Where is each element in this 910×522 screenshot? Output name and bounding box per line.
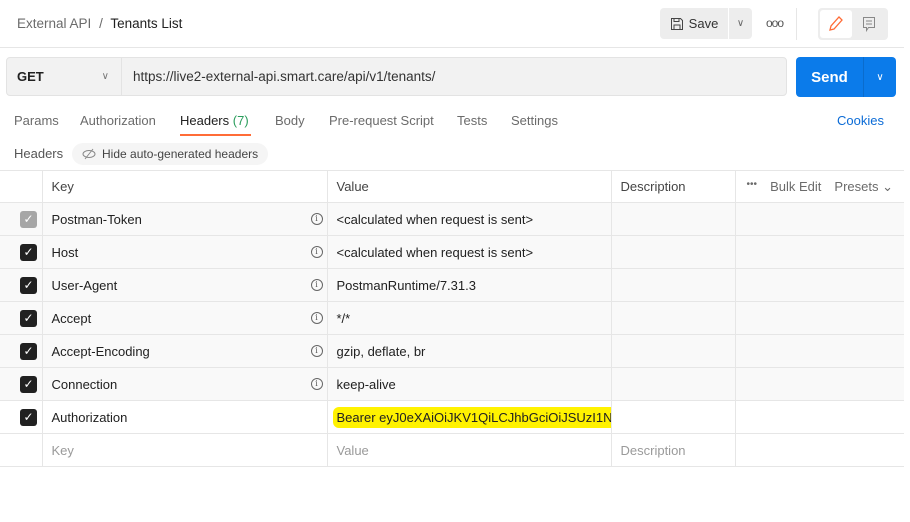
more-icon[interactable]: ••• <box>747 179 758 195</box>
header-key[interactable]: Connection <box>52 377 118 392</box>
method-select[interactable]: GET ∨ <box>6 57 122 96</box>
row-actions <box>734 301 904 335</box>
new-key-input[interactable]: Key <box>41 433 328 467</box>
header-description[interactable] <box>610 268 736 302</box>
header-description[interactable] <box>610 202 736 236</box>
header-value[interactable]: Bearer eyJ0eXAiOiJKV1QiLCJhbGciOiJSUzI1N… <box>332 406 610 428</box>
eye-slash-icon <box>82 148 96 160</box>
table-header-row: Key Value Description ••• Bulk Edit Preset… <box>0 170 904 203</box>
edit-pencil-icon[interactable] <box>820 10 852 38</box>
more-options-button[interactable]: ooo <box>766 16 784 30</box>
table-row: ✓ Host i <calculated when request is sent> <box>0 235 904 269</box>
info-icon[interactable]: i <box>310 312 323 324</box>
table-row: ✓ Accept-Encoding i gzip, deflate, br <box>0 334 904 368</box>
breadcrumb: External API / Tenants List <box>17 16 182 31</box>
tab-headers-label: Headers <box>180 113 230 128</box>
row-actions <box>734 202 904 236</box>
tab-authorization[interactable]: Authorization <box>80 113 156 128</box>
presets-dropdown[interactable]: Presets ⌄ <box>834 179 893 195</box>
row-actions <box>734 334 904 368</box>
table-row: ✓ User-Agent i PostmanRuntime/7.31.3 <box>0 268 904 302</box>
comments-icon[interactable] <box>853 10 885 38</box>
breadcrumb-parent[interactable]: External API <box>17 16 91 31</box>
row-checkbox[interactable]: ✓ <box>20 210 37 228</box>
row-checkbox[interactable]: ✓ <box>20 408 37 426</box>
save-button[interactable]: Save <box>660 8 728 39</box>
send-button[interactable]: Send <box>796 57 863 97</box>
header-key[interactable]: Postman-Token <box>52 212 142 227</box>
table-row: ✓ Connection i keep-alive <box>0 367 904 401</box>
header-value[interactable]: <calculated when request is sent> <box>326 235 612 269</box>
tab-pre-request-script[interactable]: Pre-request Script <box>329 113 434 128</box>
header-key[interactable]: User-Agent <box>52 278 118 293</box>
save-dropdown-chevron-icon[interactable]: ∨ <box>729 8 752 39</box>
header-value[interactable]: gzip, deflate, br <box>326 334 612 368</box>
row-actions <box>734 367 904 401</box>
breadcrumb-current[interactable]: Tenants List <box>110 16 182 31</box>
description-column-header: Description <box>610 170 736 203</box>
row-checkbox[interactable]: ✓ <box>20 375 37 393</box>
tab-settings[interactable]: Settings <box>511 113 558 128</box>
header-key[interactable]: Accept <box>52 311 92 326</box>
checkbox-column-header <box>0 170 43 203</box>
row-actions <box>734 235 904 269</box>
header-key[interactable]: Accept-Encoding <box>52 344 150 359</box>
row-checkbox[interactable]: ✓ <box>20 342 37 360</box>
header-description[interactable] <box>610 334 736 368</box>
hide-auto-generated-headers-button[interactable]: Hide auto-generated headers <box>72 143 269 165</box>
save-icon <box>670 17 683 30</box>
header-key[interactable]: Authorization <box>52 410 128 425</box>
header-value[interactable]: <calculated when request is sent> <box>326 202 612 236</box>
headers-table: Key Value Description ••• Bulk Edit Preset… <box>0 170 904 467</box>
new-description-input[interactable]: Description <box>610 433 736 467</box>
save-label: Save <box>688 16 719 31</box>
hide-button-label: Hide auto-generated headers <box>102 147 259 161</box>
header-description[interactable] <box>610 235 736 269</box>
cookies-link[interactable]: Cookies <box>837 113 884 128</box>
send-dropdown-chevron-icon[interactable]: ∨ <box>863 57 896 97</box>
value-column-header: Value <box>326 170 612 203</box>
tab-body[interactable]: Body <box>275 113 305 128</box>
info-icon[interactable]: i <box>310 246 323 258</box>
tab-headers[interactable]: Headers (7) <box>180 113 249 128</box>
info-icon[interactable]: i <box>310 279 323 291</box>
new-value-input[interactable]: Value <box>326 433 612 467</box>
table-row: ✓ Postman-Token i <calculated when request … <box>0 202 904 236</box>
divider <box>796 8 797 40</box>
headers-section-label: Headers <box>14 146 64 161</box>
row-actions <box>734 400 904 434</box>
row-actions <box>734 268 904 302</box>
table-row: ✓ Accept i */* <box>0 301 904 335</box>
info-icon[interactable]: i <box>310 213 323 225</box>
chevron-down-icon: ∨ <box>101 71 109 82</box>
row-checkbox[interactable]: ✓ <box>20 309 37 327</box>
tab-headers-count: (7) <box>232 113 249 128</box>
table-row: ✓ Authorization Bearer eyJ0eXAiOiJKV1QiLCJ… <box>0 400 904 434</box>
table-actions: ••• Bulk Edit Presets ⌄ <box>734 170 904 203</box>
header-description[interactable] <box>610 367 736 401</box>
header-description[interactable] <box>610 400 736 434</box>
info-icon[interactable]: i <box>310 378 323 390</box>
new-header-row: Key Value Description <box>0 433 904 467</box>
bulk-edit-button[interactable]: Bulk Edit <box>770 179 821 195</box>
tab-params[interactable]: Params <box>14 113 59 128</box>
key-column-header: Key <box>41 170 328 203</box>
header-value[interactable]: */* <box>326 301 612 335</box>
method-value: GET <box>17 69 44 84</box>
row-checkbox[interactable]: ✓ <box>20 276 37 294</box>
info-icon[interactable]: i <box>310 345 323 357</box>
url-input[interactable]: https://live2-external-api.smart.care/ap… <box>133 69 435 84</box>
breadcrumb-separator: / <box>99 16 103 31</box>
header-value[interactable]: keep-alive <box>326 367 612 401</box>
header-value[interactable]: PostmanRuntime/7.31.3 <box>326 268 612 302</box>
active-tab-indicator <box>180 134 251 136</box>
header-key[interactable]: Host <box>52 245 79 260</box>
row-checkbox[interactable]: ✓ <box>20 243 37 261</box>
header-description[interactable] <box>610 301 736 335</box>
tab-tests[interactable]: Tests <box>457 113 487 128</box>
